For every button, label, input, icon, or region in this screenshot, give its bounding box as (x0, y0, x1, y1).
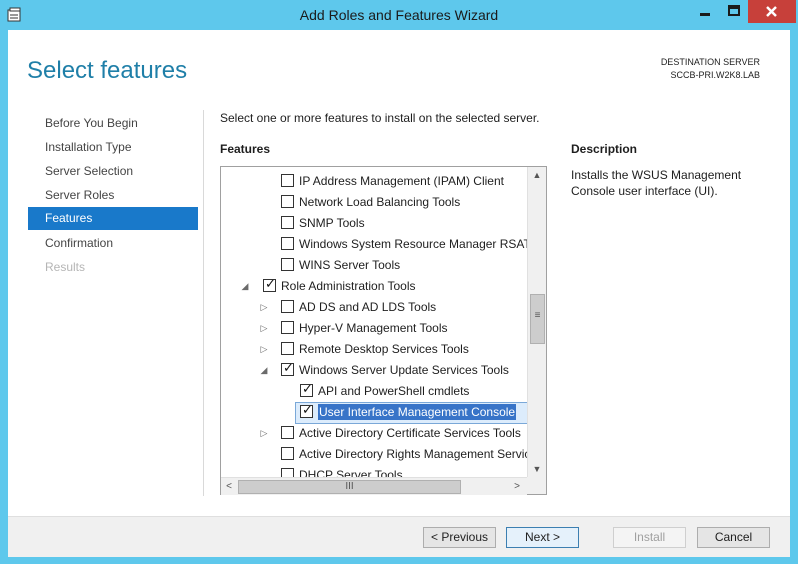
feature-checkbox[interactable] (281, 195, 294, 208)
expand-arrow-icon[interactable]: ▷ (259, 344, 269, 354)
destination-server-label: DESTINATION SERVER (660, 57, 760, 67)
feature-label: API and PowerShell cmdlets (318, 384, 470, 398)
checkmark-icon: ✓ (283, 360, 294, 375)
minimize-icon (700, 13, 710, 16)
expand-arrow-icon[interactable]: ▷ (259, 302, 269, 312)
maximize-icon (728, 5, 740, 16)
next-button[interactable]: Next > (506, 527, 579, 548)
feature-checkbox[interactable] (281, 342, 294, 355)
scrollbar-corner (527, 477, 546, 494)
features-heading: Features (220, 142, 271, 156)
expand-arrow-icon[interactable]: ▷ (259, 428, 269, 438)
maximize-button[interactable] (719, 0, 749, 23)
feature-label: SNMP Tools (299, 216, 365, 230)
nav-item-before-you-begin[interactable]: Before You Begin (28, 112, 198, 135)
feature-label: Windows Server Update Services Tools (299, 363, 509, 377)
tree-row[interactable]: Network Load Balancing Tools (221, 192, 529, 213)
tree-row[interactable]: IP Address Management (IPAM) Client (221, 171, 529, 192)
window-title: Add Roles and Features Wizard (299, 7, 499, 23)
tree-row[interactable]: ▷ Remote Desktop Services Tools (221, 339, 529, 360)
previous-button[interactable]: < Previous (423, 527, 496, 548)
nav-item-confirmation[interactable]: Confirmation (28, 232, 198, 255)
expand-arrow-icon[interactable]: ▷ (259, 323, 269, 333)
collapse-arrow-icon[interactable]: ◢ (259, 365, 269, 375)
tree-row[interactable]: WINS Server Tools (221, 255, 529, 276)
feature-label: Windows System Resource Manager RSAT (299, 237, 531, 251)
close-button[interactable] (748, 0, 796, 23)
scroll-down-arrow-icon[interactable]: ▼ (528, 461, 546, 477)
feature-checkbox[interactable] (281, 426, 294, 439)
vertical-scroll-thumb[interactable]: ≡ (530, 294, 545, 344)
feature-checkbox[interactable] (281, 300, 294, 313)
description-heading: Description (571, 142, 638, 156)
nav-item-server-roles[interactable]: Server Roles (28, 184, 198, 207)
feature-checkbox[interactable]: ✓ (300, 402, 313, 418)
feature-label: Network Load Balancing Tools (299, 195, 461, 209)
install-button: Install (613, 527, 686, 548)
vertical-scrollbar[interactable]: ▲ ≡ ▼ (527, 167, 546, 477)
feature-checkbox[interactable] (281, 321, 294, 334)
feature-checkbox[interactable]: ✓ (300, 381, 313, 397)
feature-checkbox[interactable] (281, 237, 294, 250)
feature-label: User Interface Management Console (318, 404, 517, 420)
feature-checkbox[interactable]: ✓ (281, 360, 294, 376)
tree-row[interactable]: SNMP Tools (221, 213, 529, 234)
scroll-left-arrow-icon[interactable]: < (221, 478, 237, 495)
minimize-button[interactable] (690, 0, 720, 23)
destination-server-value: SCCB-PRI.W2K8.LAB (670, 70, 760, 80)
checkmark-icon: ✓ (302, 402, 313, 417)
nav-item-installation-type[interactable]: Installation Type (28, 136, 198, 159)
nav-divider (203, 110, 204, 496)
horizontal-scroll-thumb[interactable]: III (238, 480, 461, 494)
feature-label: Active Directory Certificate Services To… (299, 426, 521, 440)
feature-label: Active Directory Rights Management Servi… (299, 447, 531, 461)
feature-checkbox[interactable] (281, 258, 294, 271)
instruction-text: Select one or more features to install o… (220, 111, 540, 125)
horizontal-scrollbar[interactable]: < III > (221, 477, 527, 495)
tree-row[interactable]: ▷ Active Directory Certificate Services T… (221, 423, 529, 444)
scroll-right-arrow-icon[interactable]: > (509, 478, 525, 495)
feature-label: IP Address Management (IPAM) Client (299, 174, 504, 188)
tree-row[interactable]: ✓ User Interface Management Console (221, 402, 546, 424)
feature-label: Role Administration Tools (281, 279, 416, 293)
feature-checkbox[interactable]: ✓ (263, 276, 276, 292)
features-tree[interactable]: IP Address Management (IPAM) Client Netwo… (220, 166, 547, 495)
nav-item-server-selection[interactable]: Server Selection (28, 160, 198, 183)
tree-row[interactable]: ◢ ✓ Windows Server Update Services Tools (221, 360, 529, 381)
close-icon (766, 6, 777, 17)
nav-item-results: Results (45, 260, 86, 274)
feature-checkbox[interactable] (281, 216, 294, 229)
checkmark-icon: ✓ (265, 276, 276, 291)
feature-checkbox[interactable] (281, 174, 294, 187)
tree-row[interactable]: ▷ AD DS and AD LDS Tools (221, 297, 529, 318)
grip-icon: ≡ (534, 310, 541, 321)
feature-label: Remote Desktop Services Tools (299, 342, 469, 356)
tree-row[interactable]: ✓ API and PowerShell cmdlets (221, 381, 529, 402)
tree-row[interactable]: Active Directory Rights Management Servi… (221, 444, 531, 465)
tree-row[interactable]: Windows System Resource Manager RSAT (221, 234, 531, 255)
tree-row[interactable]: ▷ Hyper-V Management Tools (221, 318, 529, 339)
scroll-up-arrow-icon[interactable]: ▲ (528, 167, 546, 183)
tree-row[interactable]: ◢ ✓ Role Administration Tools (221, 276, 529, 297)
description-text: Installs the WSUS Management Console use… (571, 168, 742, 198)
grip-icon: III (345, 481, 354, 492)
feature-label: AD DS and AD LDS Tools (299, 300, 437, 314)
nav-item-features[interactable]: Features (28, 207, 198, 230)
cancel-button[interactable]: Cancel (697, 527, 770, 548)
feature-label: Hyper-V Management Tools (299, 321, 448, 335)
feature-checkbox[interactable] (281, 447, 294, 460)
page-title: Select features (27, 57, 188, 84)
feature-label: WINS Server Tools (299, 258, 401, 272)
checkmark-icon: ✓ (302, 381, 313, 396)
collapse-arrow-icon[interactable]: ◢ (240, 281, 250, 291)
